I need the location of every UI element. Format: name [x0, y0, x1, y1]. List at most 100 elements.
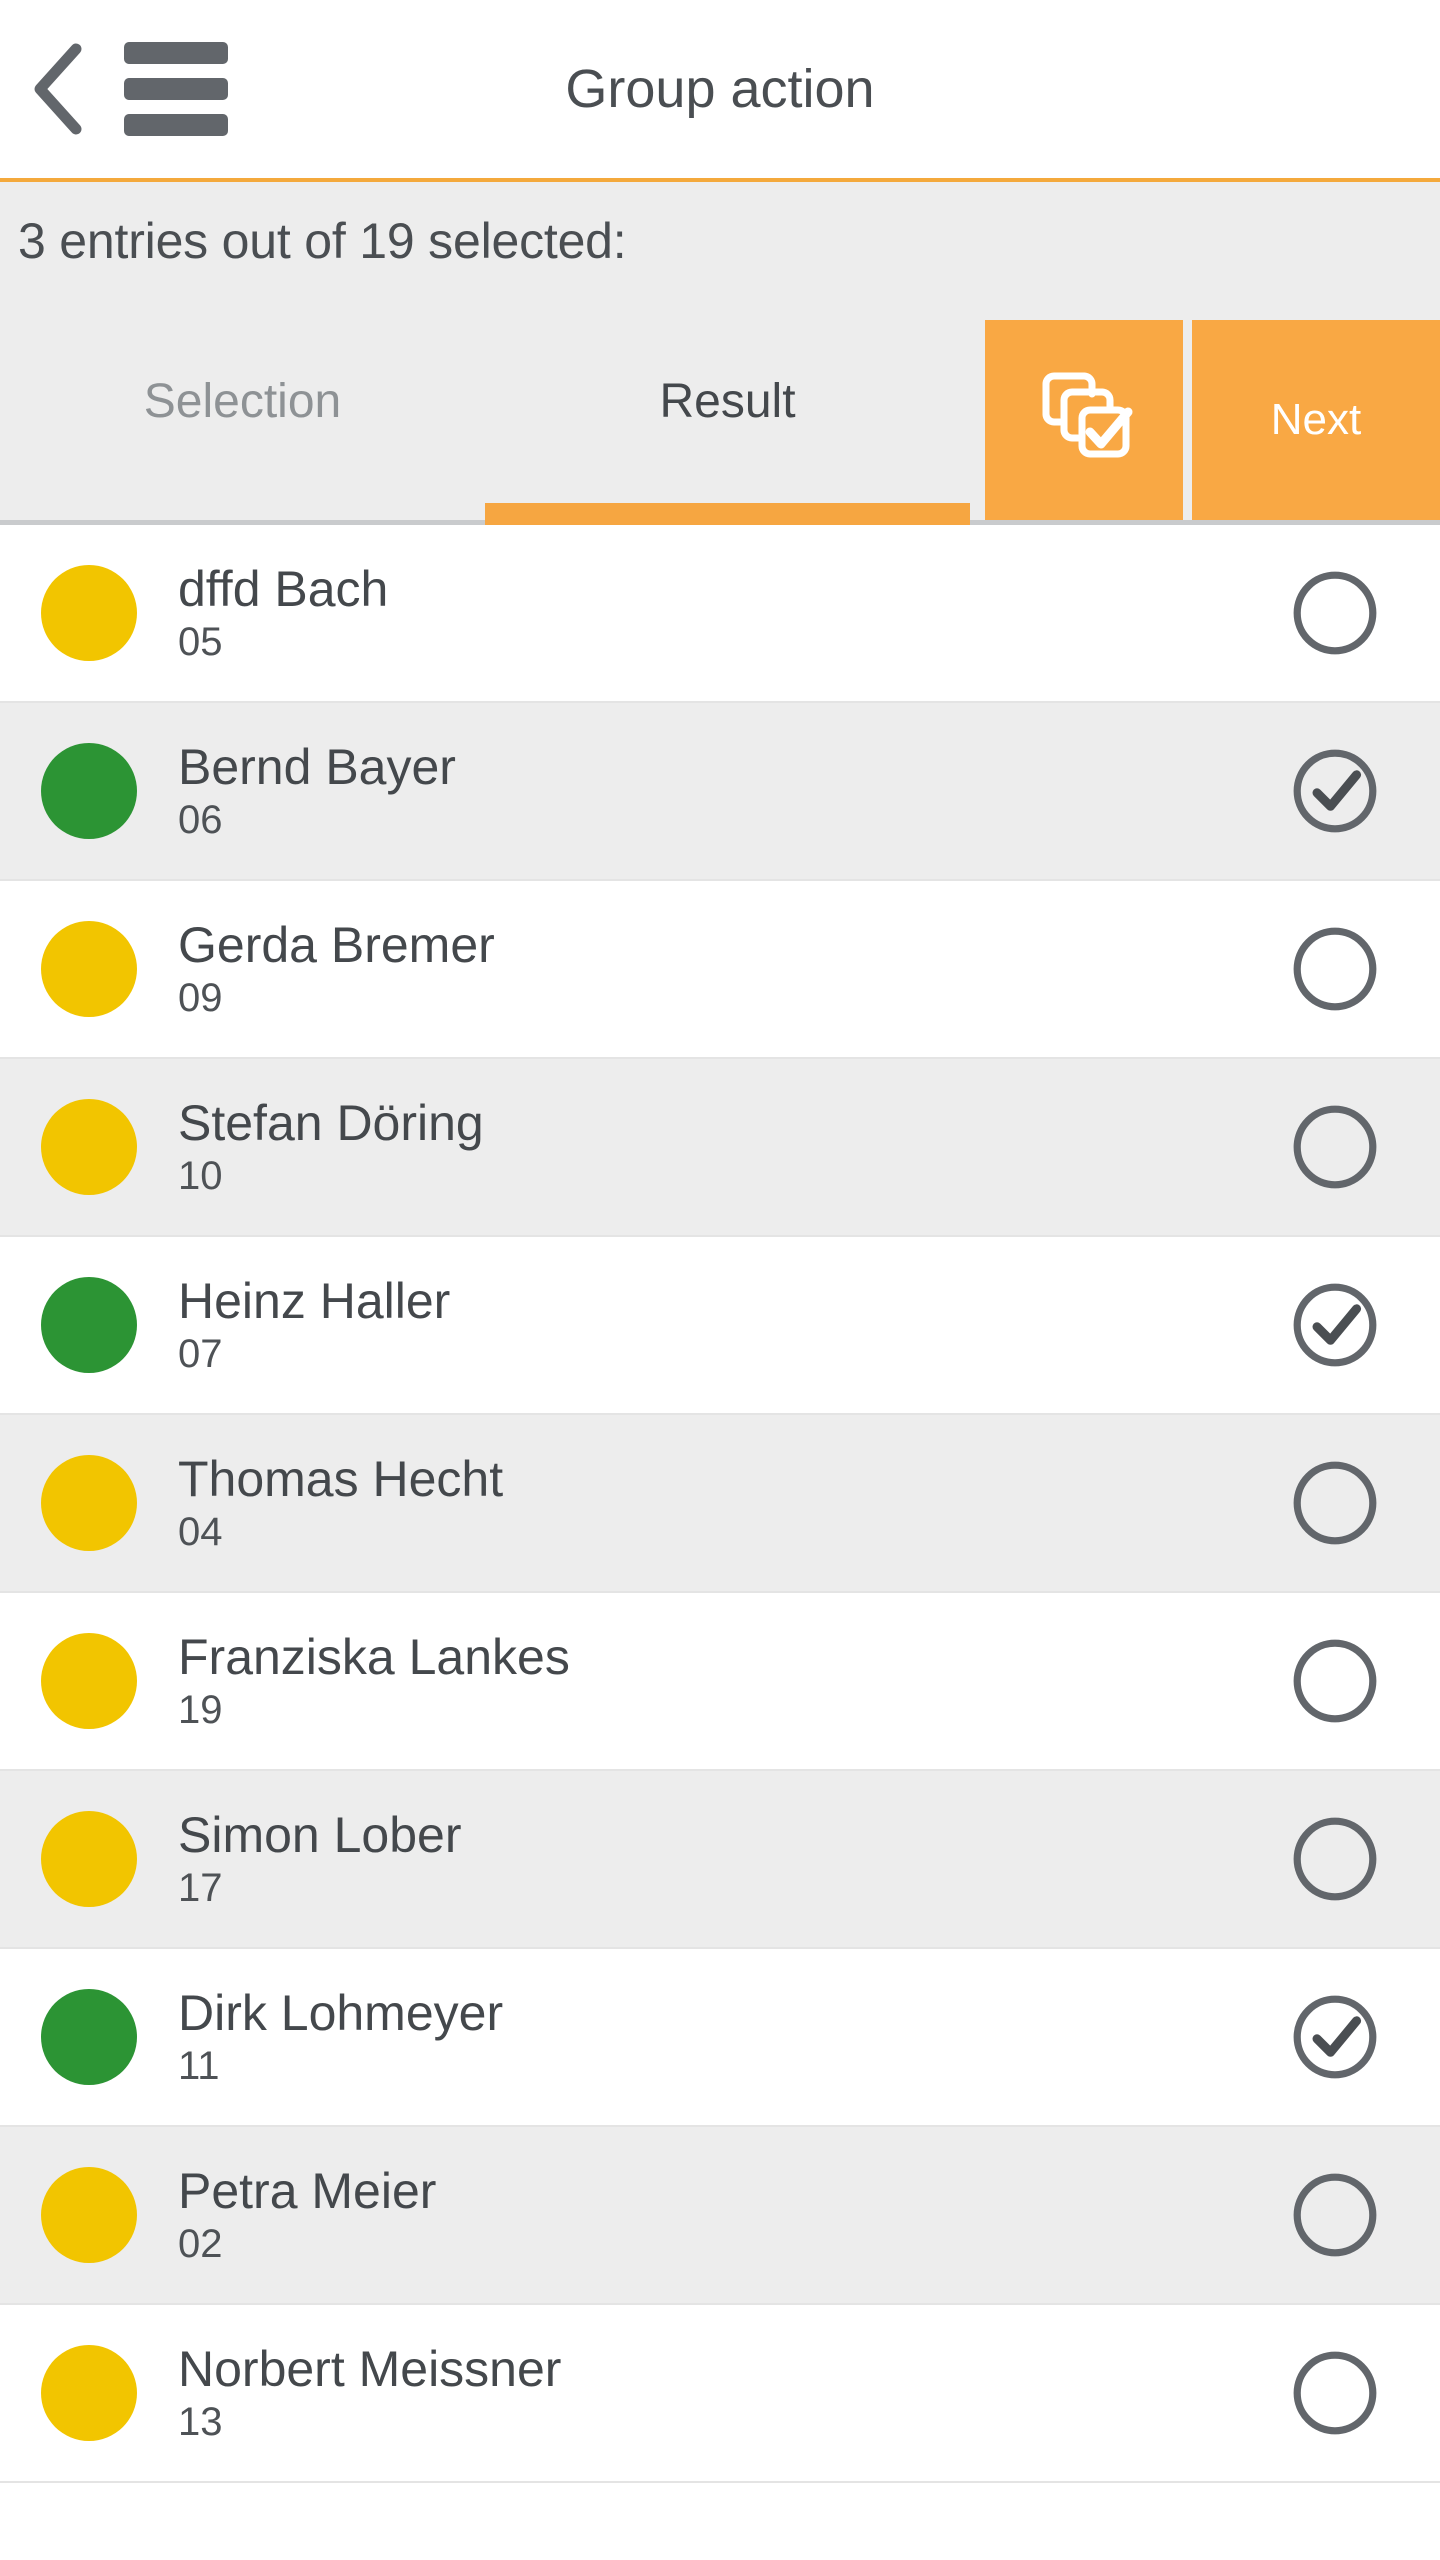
check-circle-icon — [1293, 1283, 1377, 1367]
row-name: Heinz Haller — [178, 1272, 451, 1329]
status-dot-cell — [0, 743, 178, 839]
empty-circle-icon — [1293, 2351, 1377, 2435]
status-dot-green — [41, 1277, 137, 1373]
row-code: 17 — [178, 1866, 223, 1911]
tab-result-label: Result — [659, 374, 796, 428]
empty-circle-icon — [1293, 1461, 1377, 1545]
back-button[interactable] — [0, 0, 116, 180]
row-name: Thomas Hecht — [178, 1450, 504, 1507]
status-dot-cell — [0, 1099, 178, 1195]
next-button[interactable]: Next — [1192, 320, 1440, 520]
table-row[interactable]: Stefan Döring 10 — [0, 1059, 1440, 1237]
hamburger-line-1 — [124, 42, 228, 64]
row-code: 07 — [178, 1332, 223, 1377]
select-all-button[interactable] — [985, 320, 1183, 520]
hamburger-line-2 — [124, 78, 228, 100]
row-checkbox[interactable] — [1230, 924, 1440, 1014]
chevron-left-icon — [34, 43, 82, 135]
row-code: 13 — [178, 2400, 223, 2445]
status-dot-cell — [0, 2167, 178, 2263]
row-checkbox[interactable] — [1230, 1814, 1440, 1904]
check-circle-icon — [1293, 1995, 1377, 2079]
empty-circle-icon — [1293, 2173, 1377, 2257]
status-dot-green — [41, 1989, 137, 2085]
row-name: Dirk Lohmeyer — [178, 1984, 504, 2041]
empty-circle-icon — [1293, 927, 1377, 1011]
row-text-block: dffd Bach 05 — [178, 563, 1230, 664]
status-dot-yellow — [41, 1099, 137, 1195]
app-screen: Group action 3 entries out of 19 selecte… — [0, 0, 1440, 2560]
table-row[interactable]: Petra Meier 02 — [0, 2127, 1440, 2305]
app-header: Group action — [0, 0, 1440, 182]
row-code: 06 — [178, 798, 223, 843]
table-row[interactable]: Dirk Lohmeyer 11 — [0, 1949, 1440, 2127]
row-checkbox[interactable] — [1230, 1280, 1440, 1370]
table-row[interactable]: Gerda Bremer 09 — [0, 881, 1440, 1059]
row-text-block: Bernd Bayer 06 — [178, 741, 1230, 842]
row-name: dffd Bach — [178, 560, 389, 617]
status-dot-cell — [0, 1633, 178, 1729]
row-checkbox[interactable] — [1230, 2348, 1440, 2438]
empty-circle-icon — [1293, 1105, 1377, 1189]
row-text-block: Simon Lober 17 — [178, 1809, 1230, 1910]
row-code: 19 — [178, 1688, 223, 1733]
status-dot-cell — [0, 1811, 178, 1907]
row-name: Petra Meier — [178, 2162, 437, 2219]
row-text-block: Franziska Lankes 19 — [178, 1631, 1230, 1732]
row-text-block: Heinz Haller 07 — [178, 1275, 1230, 1376]
tab-result[interactable]: Result — [485, 300, 970, 525]
table-row[interactable]: Simon Lober 17 — [0, 1771, 1440, 1949]
row-checkbox[interactable] — [1230, 568, 1440, 658]
tab-selection[interactable]: Selection — [0, 300, 485, 520]
status-dot-cell — [0, 1455, 178, 1551]
table-row[interactable]: Thomas Hecht 04 — [0, 1415, 1440, 1593]
status-dot-yellow — [41, 1633, 137, 1729]
row-code: 09 — [178, 976, 223, 1021]
status-dot-yellow — [41, 1811, 137, 1907]
selection-summary-text: 3 entries out of 19 selected: — [18, 213, 627, 269]
table-row[interactable]: Bernd Bayer 06 — [0, 703, 1440, 881]
hamburger-line-3 — [124, 114, 228, 136]
row-text-block: Gerda Bremer 09 — [178, 919, 1230, 1020]
empty-circle-icon — [1293, 1817, 1377, 1901]
row-code: 10 — [178, 1154, 223, 1199]
row-checkbox[interactable] — [1230, 746, 1440, 836]
row-checkbox[interactable] — [1230, 1458, 1440, 1548]
row-checkbox[interactable] — [1230, 2170, 1440, 2260]
row-text-block: Norbert Meissner 13 — [178, 2343, 1230, 2444]
row-code: 05 — [178, 620, 223, 665]
tab-selection-label: Selection — [143, 374, 342, 428]
row-checkbox[interactable] — [1230, 1102, 1440, 1192]
entry-list[interactable]: dffd Bach 05 Bernd Bayer 06 Gerda Bremer 09 St… — [0, 525, 1440, 2560]
status-dot-cell — [0, 2345, 178, 2441]
table-row[interactable]: Franziska Lankes 19 — [0, 1593, 1440, 1771]
table-row[interactable]: Heinz Haller 07 — [0, 1237, 1440, 1415]
empty-circle-icon — [1293, 571, 1377, 655]
status-dot-yellow — [41, 2345, 137, 2441]
copy-check-icon — [1042, 372, 1133, 458]
row-text-block: Stefan Döring 10 — [178, 1097, 1230, 1198]
tab-actions: Next — [970, 300, 1440, 520]
status-dot-green — [41, 743, 137, 839]
row-checkbox[interactable] — [1230, 1992, 1440, 2082]
hamburger-menu-button[interactable] — [116, 0, 236, 180]
row-checkbox[interactable] — [1230, 1636, 1440, 1726]
row-name: Simon Lober — [178, 1806, 462, 1863]
row-code: 11 — [178, 2044, 220, 2089]
empty-circle-icon — [1293, 1639, 1377, 1723]
row-text-block: Dirk Lohmeyer 11 — [178, 1987, 1230, 2088]
status-dot-yellow — [41, 565, 137, 661]
row-code: 02 — [178, 2222, 223, 2267]
row-code: 04 — [178, 1510, 223, 1555]
status-dot-cell — [0, 1277, 178, 1373]
check-circle-icon — [1293, 749, 1377, 833]
selection-summary-bar: 3 entries out of 19 selected: — [0, 182, 1440, 300]
tab-bar: Selection Result Next — [0, 300, 1440, 525]
status-dot-cell — [0, 921, 178, 1017]
status-dot-yellow — [41, 1455, 137, 1551]
row-text-block: Petra Meier 02 — [178, 2165, 1230, 2266]
status-dot-cell — [0, 565, 178, 661]
row-name: Stefan Döring — [178, 1094, 484, 1151]
table-row[interactable]: Norbert Meissner 13 — [0, 2305, 1440, 2483]
table-row[interactable]: dffd Bach 05 — [0, 525, 1440, 703]
